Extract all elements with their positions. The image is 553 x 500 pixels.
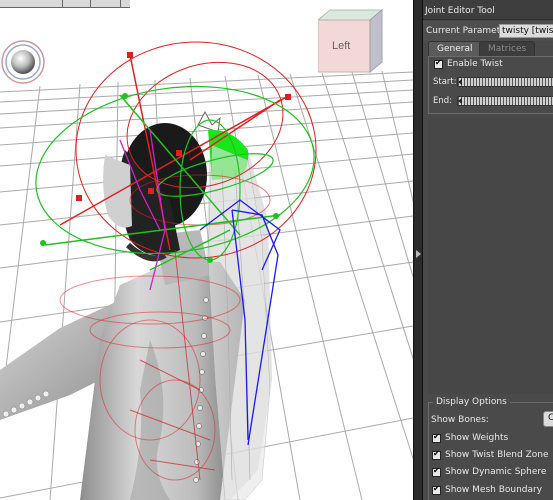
start-slider-arrow-icon[interactable] bbox=[458, 79, 462, 85]
panel-title: Joint Editor Tool bbox=[423, 0, 553, 20]
current-parameter-row: Current Parameter: twisty [twist] bbox=[423, 21, 553, 41]
show-twist-blend-zone-checkbox[interactable] bbox=[432, 449, 441, 460]
display-options-title: Display Options bbox=[433, 397, 510, 407]
current-parameter-dropdown[interactable]: twisty [twist] bbox=[499, 24, 553, 38]
start-label: Start: bbox=[433, 77, 457, 87]
end-label: End: bbox=[433, 96, 453, 106]
end-slider-arrow-icon[interactable] bbox=[458, 98, 462, 104]
tab-general[interactable]: General bbox=[428, 41, 482, 56]
start-slider[interactable] bbox=[457, 77, 553, 87]
show-bones-dropdown[interactable]: C bbox=[543, 411, 553, 427]
enable-twist-row[interactable]: Enable Twist bbox=[434, 58, 506, 71]
start-slider-row: Start: bbox=[433, 76, 553, 88]
show-weights-checkbox[interactable] bbox=[432, 432, 441, 443]
viewport-toolbar-strip bbox=[0, 0, 130, 8]
show-mesh-boundary-checkbox[interactable] bbox=[432, 484, 441, 495]
end-slider[interactable] bbox=[457, 96, 553, 106]
view-cube[interactable]: Left bbox=[318, 8, 386, 76]
show-twist-blend-zone-option[interactable]: Show Twist Blend Zone bbox=[432, 449, 549, 462]
show-dynamic-sphere-checkbox[interactable] bbox=[432, 466, 441, 477]
show-weights-label[interactable]: Show Weights bbox=[445, 433, 508, 443]
show-twist-blend-zone-label[interactable]: Show Twist Blend Zone bbox=[445, 450, 549, 460]
joint-editor-panel: Joint Editor Tool Current Parameter: twi… bbox=[423, 0, 553, 500]
tab-matrices[interactable]: Matrices bbox=[479, 41, 536, 56]
show-mesh-boundary-option[interactable]: Show Mesh Boundary bbox=[432, 484, 542, 497]
end-slider-row: End: bbox=[433, 95, 553, 107]
show-bones-label: Show Bones: bbox=[431, 415, 489, 425]
view-cube-face-label[interactable]: Left bbox=[332, 40, 350, 52]
light-sphere-widget bbox=[1, 40, 45, 84]
show-dynamic-sphere-option[interactable]: Show Dynamic Sphere bbox=[432, 466, 546, 479]
3d-viewport[interactable]: Left bbox=[0, 0, 413, 500]
panel-splitter[interactable] bbox=[413, 0, 423, 500]
collapse-arrow-icon[interactable] bbox=[416, 250, 421, 258]
show-mesh-boundary-label[interactable]: Show Mesh Boundary bbox=[445, 485, 542, 495]
show-weights-option[interactable]: Show Weights bbox=[432, 432, 508, 445]
panel-body-empty bbox=[428, 118, 553, 394]
enable-twist-checkbox[interactable] bbox=[434, 58, 443, 69]
enable-twist-label[interactable]: Enable Twist bbox=[447, 59, 503, 69]
show-dynamic-sphere-label[interactable]: Show Dynamic Sphere bbox=[445, 467, 546, 477]
